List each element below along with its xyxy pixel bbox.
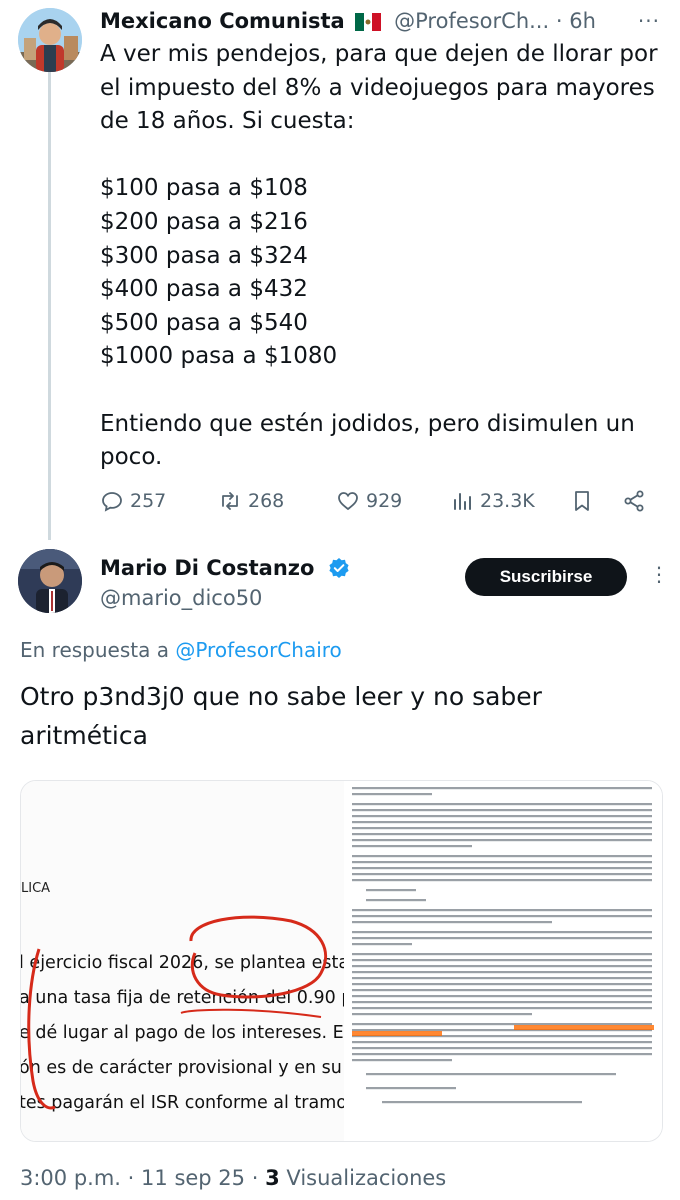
heart-icon — [338, 492, 358, 511]
tweet-text: Otro p3nd3j0 que no sabe leer y no saber… — [20, 677, 660, 755]
text-line — [100, 374, 666, 408]
bookmark-button[interactable] — [570, 486, 600, 516]
separator: · — [251, 1166, 259, 1190]
text-line: $500 pasa a $540 — [100, 309, 308, 336]
text-line: $1000 pasa a $1080 — [100, 343, 338, 370]
more-options-icon[interactable]: ··· — [638, 6, 660, 36]
parent-tweet[interactable]: Mexicano Comunista @ProfesorCh... · 6h ·… — [0, 0, 680, 540]
tweet-header: Mexicano Comunista @ProfesorCh... · 6h ·… — [100, 6, 670, 36]
main-tweet: Mario Di Costanzo @mario_dico50 Suscribi… — [0, 540, 680, 1200]
analytics-icon — [454, 493, 471, 510]
repost-count: 268 — [248, 490, 285, 512]
text-line: poco. — [100, 444, 163, 471]
more-options-icon[interactable]: ⋮ — [649, 562, 670, 586]
text-line: $400 pasa a $432 — [100, 276, 308, 303]
text-line: $100 pasa a $108 — [100, 175, 308, 202]
views-count: 3 — [265, 1166, 280, 1190]
verified-badge-icon[interactable] — [328, 557, 350, 586]
thread-line — [48, 72, 51, 540]
reply-count: 257 — [130, 490, 167, 512]
tweet-text: A ver mis pendejos, para que dejen de ll… — [100, 38, 666, 475]
media-gallery[interactable]: LICA l ejercicio fiscal 2026, se plantea… — [20, 780, 663, 1142]
reply-button[interactable]: 257 — [100, 486, 166, 516]
red-annotation-circles — [27, 915, 327, 1110]
like-count: 929 — [366, 490, 403, 512]
author-name-text: Mario Di Costanzo — [100, 556, 315, 580]
reply-icon — [102, 492, 122, 512]
reply-mention-link[interactable]: @ProfesorChairo — [175, 638, 341, 662]
media-image-left[interactable]: LICA l ejercicio fiscal 2026, se plantea… — [21, 781, 346, 1141]
author-name[interactable]: Mexicano Comunista — [100, 9, 345, 33]
repost-button[interactable]: 268 — [218, 486, 284, 516]
reply-prefix: En respuesta a — [20, 638, 169, 662]
like-button[interactable]: 929 — [336, 486, 402, 516]
reply-context: En respuesta a @ProfesorChairo — [20, 636, 342, 664]
text-line: A ver mis pendejos, para que dejen de ll… — [100, 41, 658, 67]
avatar[interactable] — [18, 8, 82, 72]
text-line: de 18 años. Si cuesta: — [100, 108, 355, 135]
share-icon — [624, 490, 644, 512]
text-line: $200 pasa a $216 — [100, 208, 308, 235]
tweet-meta: 3:00 p.m. · 11 sep 25 · 3 Visualizacione… — [20, 1163, 446, 1193]
avatar[interactable] — [18, 549, 82, 613]
separator: · — [127, 1166, 135, 1190]
author-handle[interactable]: @ProfesorCh... — [394, 9, 549, 33]
bookmark-icon — [575, 491, 589, 511]
tweet-date[interactable]: 11 sep 25 — [141, 1166, 245, 1190]
media-image-right[interactable] — [346, 781, 662, 1141]
subscribe-button[interactable]: Suscribirse — [465, 558, 627, 596]
views-count: 23.3K — [480, 490, 535, 512]
views-label: Visualizaciones — [286, 1166, 447, 1190]
mexico-flag-icon — [355, 9, 382, 39]
document-text-lines — [352, 787, 654, 1104]
text-line — [100, 139, 666, 173]
text-line: Otro p3nd3j0 que no sabe leer y no saber — [20, 682, 542, 711]
tweet-time[interactable]: 3:00 p.m. — [20, 1166, 121, 1190]
author-name[interactable]: Mario Di Costanzo — [100, 554, 350, 586]
author-handle[interactable]: @mario_dico50 — [100, 584, 262, 612]
text-line: Entiendo que estén jodidos, pero disimul… — [100, 410, 635, 437]
views-button[interactable]: 23.3K — [450, 486, 535, 516]
tweet-time[interactable]: 6h — [569, 9, 596, 33]
repost-icon — [222, 492, 238, 510]
separator: · — [555, 9, 563, 33]
tweet-actions: 257 268 929 23.3K — [100, 486, 660, 516]
text-line: aritmética — [20, 721, 148, 750]
share-button[interactable] — [622, 486, 652, 516]
text-line: $300 pasa a $324 — [100, 242, 308, 269]
text-line: el impuesto del 8% a videojuegos para ma… — [100, 74, 655, 101]
